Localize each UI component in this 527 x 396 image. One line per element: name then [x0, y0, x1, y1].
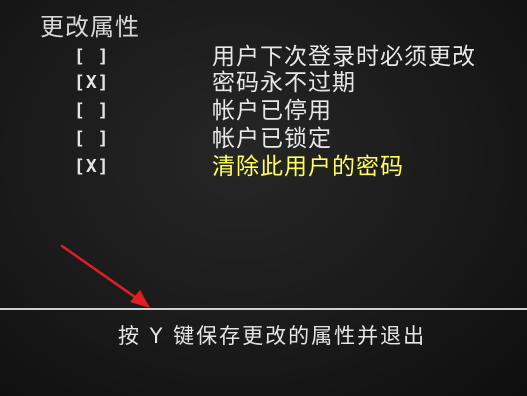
footer-hint: 按 Y 键保存更改的属性并退出 — [118, 324, 427, 348]
option-account-disabled[interactable]: [ ] 帐户已停用 — [74, 98, 527, 124]
option-label: 帐户已锁定 — [212, 126, 332, 152]
checkbox[interactable]: [X] — [74, 156, 110, 178]
arrow-head — [130, 290, 150, 308]
option-label: 清除此用户的密码 — [212, 154, 404, 180]
option-label: 密码永不过期 — [212, 70, 356, 96]
option-must-change-password[interactable]: [ ] 用户下次登录时必须更改 — [74, 44, 527, 70]
option-clear-user-password[interactable]: [X] 清除此用户的密码 — [74, 154, 527, 180]
option-account-locked[interactable]: [ ] 帐户已锁定 — [74, 126, 527, 152]
arrow-shaft — [60, 244, 144, 304]
bios-style-screen: 更改属性 [ ] 用户下次登录时必须更改 [X] 密码永不过期 [ ] 帐户已停… — [0, 0, 527, 396]
section-title: 更改属性 — [40, 13, 140, 41]
checkbox[interactable]: [ ] — [74, 100, 110, 122]
checkbox[interactable]: [X] — [74, 72, 110, 94]
checkbox[interactable]: [ ] — [74, 128, 110, 150]
option-password-never-expires[interactable]: [X] 密码永不过期 — [74, 70, 527, 96]
option-label: 用户下次登录时必须更改 — [212, 44, 476, 70]
checkbox[interactable]: [ ] — [74, 46, 110, 68]
divider — [0, 308, 527, 310]
option-label: 帐户已停用 — [212, 98, 332, 124]
